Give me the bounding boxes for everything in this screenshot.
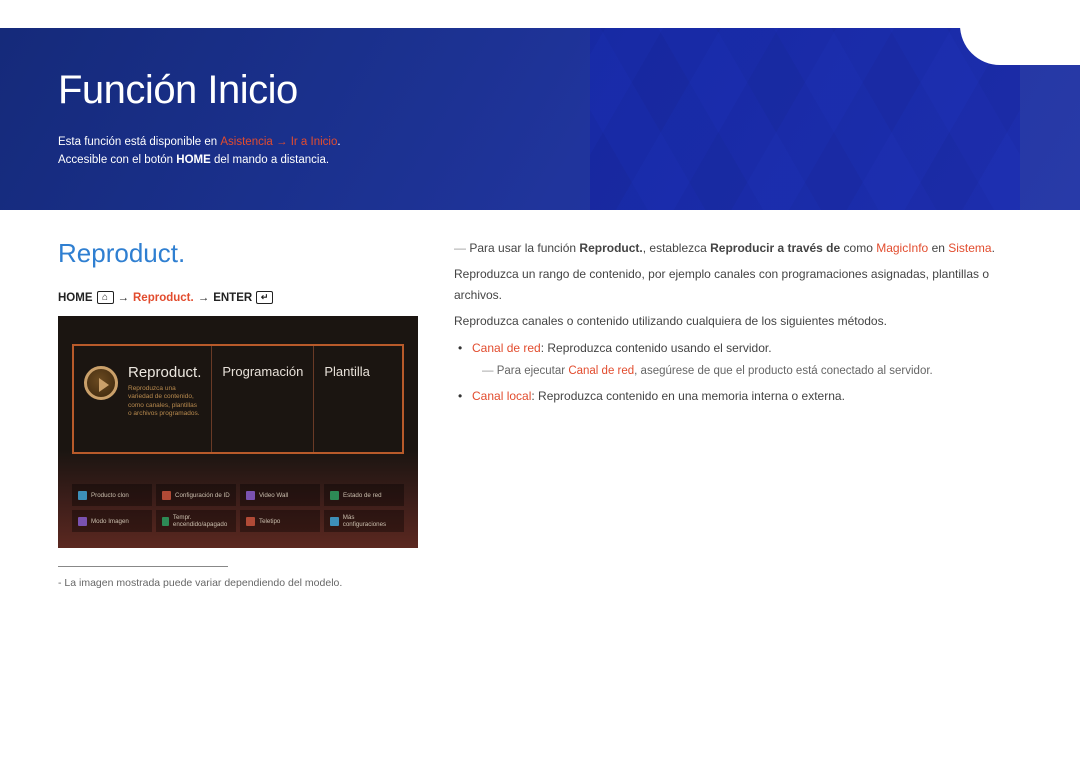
home-icon	[97, 291, 114, 304]
mini-button[interactable]: Teletipo	[240, 510, 320, 532]
tv-screenshot: Reproduct. Reproduzca una variedad de co…	[58, 316, 418, 548]
text-fragment: , asegúrese de que el producto está cone…	[634, 365, 933, 377]
mini-icon	[246, 491, 255, 500]
bullet-canal-de-red: Canal de red: Reproduzca contenido usand…	[454, 338, 1022, 358]
nav-path: HOME → Reproduct. → ENTER	[58, 291, 418, 304]
mini-label: Modo Imagen	[91, 518, 129, 525]
play-icon	[84, 366, 118, 400]
bullet-note: Para ejecutar Canal de red, asegúrese de…	[454, 362, 1022, 382]
mini-button[interactable]: Producto clon	[72, 484, 152, 506]
text-fragment: Esta función está disponible en	[58, 136, 220, 148]
mini-icon	[162, 517, 169, 526]
mini-icon	[330, 517, 339, 526]
mini-icon	[330, 491, 339, 500]
hero-subline-2: Accesible con el botón HOME del mando a …	[58, 151, 1080, 169]
mini-label: Video Wall	[259, 492, 288, 499]
mini-icon	[246, 517, 255, 526]
tile-title: Reproduct.	[128, 364, 201, 381]
mini-button[interactable]: Configuración de ID	[156, 484, 236, 506]
tile-text: Reproduct. Reproduzca una variedad de co…	[128, 364, 201, 419]
bold-fragment: Reproduct.	[579, 241, 642, 255]
footnote-divider	[58, 566, 228, 567]
mini-button[interactable]: Estado de red	[324, 484, 404, 506]
text-fragment: , establezca	[643, 241, 710, 255]
text-fragment: : Reproduzca contenido en una memoria in…	[531, 389, 845, 403]
mini-icon	[78, 517, 87, 526]
text-fragment: Para ejecutar	[497, 365, 569, 377]
canal-local-label: Canal local	[472, 389, 531, 403]
tile-plantilla[interactable]: Plantilla	[313, 346, 402, 452]
text-fragment: : Reproduzca contenido usando el servido…	[541, 341, 772, 355]
mini-label: Producto clon	[91, 492, 129, 499]
hero-banner: Función Inicio Esta función está disponi…	[0, 0, 1080, 210]
paragraph: Reproduzca un rango de contenido, por ej…	[454, 264, 1022, 305]
tile-row: Reproduct. Reproduzca una variedad de co…	[72, 344, 404, 454]
mini-label: Tempr. encendido/apagado	[173, 514, 230, 528]
nav-arrow: →	[118, 292, 130, 304]
footnote-text: La imagen mostrada puede variar dependie…	[64, 577, 342, 589]
sistema-label: Sistema	[948, 241, 991, 255]
nav-home-label: HOME	[58, 292, 93, 304]
selection-frame: Reproduct. Reproduzca una variedad de co…	[72, 344, 404, 454]
mini-icon	[78, 491, 87, 500]
mini-label: Estado de red	[343, 492, 382, 499]
text-fragment: Accesible con el botón	[58, 154, 176, 166]
text-fragment: Para usar la función	[469, 241, 579, 255]
text-fragment: .	[992, 241, 995, 255]
asistencia-link: Asistencia → Ir a Inicio	[220, 136, 337, 148]
mini-button[interactable]: Video Wall	[240, 484, 320, 506]
mini-label: Teletipo	[259, 518, 280, 525]
tile-programacion[interactable]: Programación	[211, 346, 313, 452]
section-title: Reproduct.	[58, 238, 418, 269]
corner-notch	[960, 0, 1080, 65]
text-fragment: .	[337, 136, 340, 148]
canal-de-red-inline: Canal de red	[568, 365, 634, 377]
text-fragment: como	[840, 241, 876, 255]
footnote: - La imagen mostrada puede variar depend…	[58, 577, 418, 589]
hero-content: Función Inicio Esta función está disponi…	[58, 68, 1080, 170]
bullet-canal-local: Canal local: Reproduzca contenido en una…	[454, 386, 1022, 406]
page-title: Función Inicio	[58, 68, 1080, 113]
nav-enter-label: ENTER	[213, 292, 252, 304]
content-row: Reproduct. HOME → Reproduct. → ENTER Rep…	[0, 210, 1080, 589]
nav-arrow: →	[198, 292, 210, 304]
tile-reproduct[interactable]: Reproduct. Reproduzca una variedad de co…	[74, 346, 211, 452]
text-fragment: del mando a distancia.	[211, 154, 329, 166]
intro-note: Para usar la función Reproduct., estable…	[454, 238, 1022, 258]
mini-button[interactable]: Tempr. encendido/apagado	[156, 510, 236, 532]
mini-icon	[162, 491, 171, 500]
mini-label: Configuración de ID	[175, 492, 230, 499]
canal-de-red-label: Canal de red	[472, 341, 541, 355]
bottom-button-grid: Producto clon Configuración de ID Video …	[72, 484, 404, 532]
magicinfo-label: MagicInfo	[876, 241, 928, 255]
mini-button[interactable]: Modo Imagen	[72, 510, 152, 532]
mini-button[interactable]: Más configuraciones	[324, 510, 404, 532]
enter-icon	[256, 291, 273, 304]
left-column: Reproduct. HOME → Reproduct. → ENTER Rep…	[58, 238, 418, 589]
paragraph: Reproduzca canales o contenido utilizand…	[454, 311, 1022, 331]
text-fragment: en	[928, 241, 948, 255]
nav-reproduct-label: Reproduct.	[133, 292, 194, 304]
hero-subline-1: Esta función está disponible en Asistenc…	[58, 133, 1080, 151]
tile-subtitle: Reproduzca una variedad de contenido, co…	[128, 385, 201, 419]
mini-label: Más configuraciones	[343, 514, 398, 528]
top-whitespace	[0, 0, 1080, 28]
home-key-name: HOME	[176, 154, 211, 166]
right-column: Para usar la función Reproduct., estable…	[454, 238, 1022, 589]
bold-fragment: Reproducir a través de	[710, 241, 840, 255]
